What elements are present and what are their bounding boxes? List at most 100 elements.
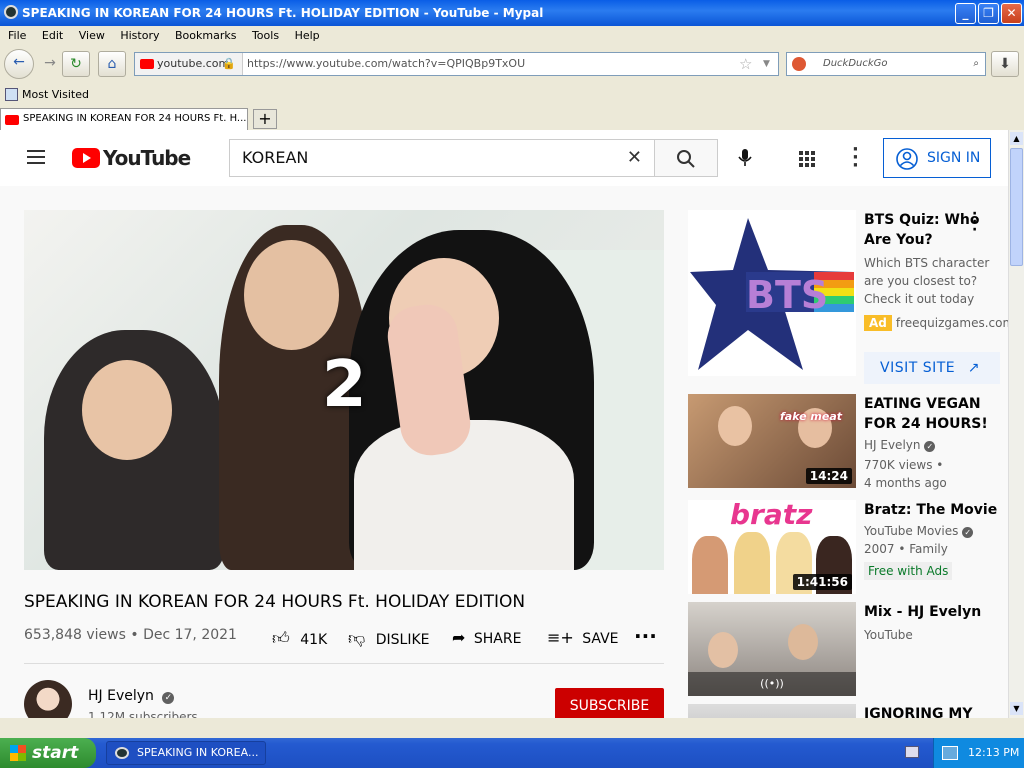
like-button[interactable]: 👍︎ 41K <box>272 628 327 649</box>
ad-source: Ad freequizgames.com <box>864 315 1008 331</box>
menu-tools[interactable]: Tools <box>252 29 279 42</box>
related-title[interactable]: IGNORING MY <box>864 704 998 718</box>
divider <box>24 663 664 664</box>
taskbar-item-browser[interactable]: SPEAKING IN KOREA... <box>106 741 266 765</box>
related-title[interactable]: EATING VEGAN FOR 24 HOURS! <box>864 394 998 434</box>
ad-logo-text: BTS <box>746 273 828 317</box>
search-query-text: KOREAN <box>242 148 309 167</box>
menu-edit[interactable]: Edit <box>42 29 63 42</box>
vertical-scrollbar[interactable]: ▲ ▼ <box>1008 130 1024 718</box>
thumbs-up-icon: 👍︎ <box>272 629 290 649</box>
like-count: 41K <box>300 632 328 648</box>
youtube-search-button[interactable] <box>654 139 718 177</box>
search-icon <box>677 150 695 168</box>
scroll-up-icon[interactable]: ▲ <box>1010 132 1023 145</box>
mypal-app-icon <box>4 5 18 19</box>
thumb-figure <box>692 536 728 594</box>
system-tray: 12:13 PM <box>933 738 1024 768</box>
ad-badge: Ad <box>864 315 892 331</box>
channel-name[interactable]: HJ Evelyn ✓ <box>88 688 175 704</box>
related-thumbnail[interactable]: ((•)) <box>688 602 856 696</box>
bookmarks-toolbar: Most Visited <box>0 85 1024 105</box>
downloads-icon[interactable]: ⬇ <box>991 51 1019 77</box>
more-actions-icon[interactable]: ··· <box>634 624 657 648</box>
most-visited-link[interactable]: Most Visited <box>22 88 89 101</box>
related-thumbnail[interactable]: bratz 1:41:56 <box>688 500 856 594</box>
bts-star-logo-icon: BTS <box>690 218 854 370</box>
visit-site-button[interactable]: VISIT SITE ↗ <box>864 352 1000 384</box>
clear-search-icon[interactable]: ✕ <box>627 140 642 176</box>
url-dropdown-icon[interactable]: ▼ <box>763 53 770 75</box>
search-magnifier-icon[interactable]: ⌕ <box>973 53 979 75</box>
dislike-button[interactable]: 👎︎ DISLIKE <box>348 628 429 649</box>
face-middle <box>244 240 339 350</box>
ad-menu-icon[interactable]: · · · <box>972 207 977 237</box>
reload-icon[interactable]: ↻ <box>62 51 90 77</box>
playlist-add-icon: ≡+ <box>547 628 574 647</box>
tab-active[interactable]: SPEAKING IN KOREAN FOR 24 HOURS Ft. H... <box>0 108 248 130</box>
menu-help[interactable]: Help <box>295 29 320 42</box>
ad-thumbnail[interactable]: BTS <box>688 210 856 376</box>
youtube-tab-favicon-icon <box>5 115 19 125</box>
taskbar-item-label: SPEAKING IN KOREA... <box>137 746 259 759</box>
youtube-logo-text[interactable]: YouTube <box>103 146 191 170</box>
subscribe-button[interactable]: SUBSCRIBE <box>555 688 664 718</box>
share-button[interactable]: ➦ SHARE <box>452 628 521 647</box>
back-arrow-icon[interactable]: ← <box>4 49 34 79</box>
dislike-label: DISLIKE <box>375 632 430 648</box>
account-icon <box>896 148 918 170</box>
channel-avatar[interactable] <box>24 680 72 718</box>
more-options-icon[interactable]: · · · <box>852 141 859 175</box>
related-channel-name: HJ Evelyn <box>864 438 921 452</box>
navigation-toolbar: ← → ↻ ⌂ youtube.com 🔒 https://www.youtub… <box>0 47 1024 83</box>
video-overlay-number: 2 <box>322 348 367 422</box>
search-engine-box[interactable]: DuckDuckGo ⌕ <box>786 52 986 76</box>
url-bar[interactable]: youtube.com 🔒 https://www.youtube.com/wa… <box>134 52 779 76</box>
save-label: SAVE <box>582 631 619 647</box>
scroll-thumb[interactable] <box>1010 148 1023 266</box>
start-button[interactable]: start <box>0 738 96 768</box>
youtube-search-input[interactable]: KOREAN ✕ <box>229 139 655 177</box>
ad-domain: freequizgames.com <box>895 316 1008 330</box>
url-text[interactable]: https://www.youtube.com/watch?v=QPIQBp9T… <box>247 53 525 75</box>
scroll-down-icon[interactable]: ▼ <box>1010 702 1023 715</box>
related-thumbnail[interactable] <box>688 704 856 718</box>
web-content: YouTube KOREAN ✕ · · · SIGN IN 2 SPEAKING … <box>0 130 1008 718</box>
video-duration: 14:24 <box>805 468 852 484</box>
menu-view[interactable]: View <box>79 29 105 42</box>
thumb-face-left <box>708 632 738 668</box>
youtube-logo-icon[interactable] <box>72 148 100 168</box>
bookmark-star-icon[interactable]: ☆ <box>739 53 752 75</box>
verified-check-icon: ✓ <box>962 527 974 538</box>
apps-grid-icon[interactable] <box>799 151 815 167</box>
thumb-caption: fake meat <box>780 410 843 423</box>
network-tray-icon[interactable] <box>942 746 958 760</box>
minimize-button[interactable]: _ <box>955 3 976 24</box>
video-player[interactable]: 2 <box>24 210 664 570</box>
verified-check-icon: ✓ <box>162 692 175 704</box>
related-title[interactable]: Mix - HJ Evelyn <box>864 602 998 622</box>
related-title[interactable]: Bratz: The Movie <box>864 500 998 520</box>
window-title: SPEAKING IN KOREAN FOR 24 HOURS Ft. HOLI… <box>22 6 544 20</box>
white-sweater <box>354 420 574 570</box>
tab-label: SPEAKING IN KOREAN FOR 24 HOURS Ft. H... <box>23 113 247 124</box>
start-label: start <box>32 743 79 763</box>
menu-bookmarks[interactable]: Bookmarks <box>175 29 236 42</box>
menu-history[interactable]: History <box>120 29 159 42</box>
keyboard-tray-icon[interactable] <box>905 746 919 758</box>
mix-bar: ((•)) <box>688 672 856 696</box>
close-window-button[interactable]: ✕ <box>1001 3 1022 24</box>
forward-arrow-icon[interactable]: → <box>36 51 64 77</box>
save-button[interactable]: ≡+ SAVE <box>547 628 619 647</box>
hamburger-menu-icon[interactable] <box>27 150 45 164</box>
sign-in-button[interactable]: SIGN IN <box>883 138 991 178</box>
microphone-icon[interactable] <box>737 148 753 168</box>
home-icon[interactable]: ⌂ <box>98 51 126 77</box>
site-identity-badge[interactable]: youtube.com 🔒 <box>135 53 243 75</box>
maximize-button[interactable]: ❐ <box>978 3 999 24</box>
menu-file[interactable]: File <box>8 29 26 42</box>
ad-title[interactable]: BTS Quiz: Who Are You? <box>864 210 998 250</box>
video-title: SPEAKING IN KOREAN FOR 24 HOURS Ft. HOLI… <box>24 592 526 612</box>
related-thumbnail[interactable]: fake meat 14:24 <box>688 394 856 488</box>
new-tab-button[interactable]: + <box>253 109 277 129</box>
